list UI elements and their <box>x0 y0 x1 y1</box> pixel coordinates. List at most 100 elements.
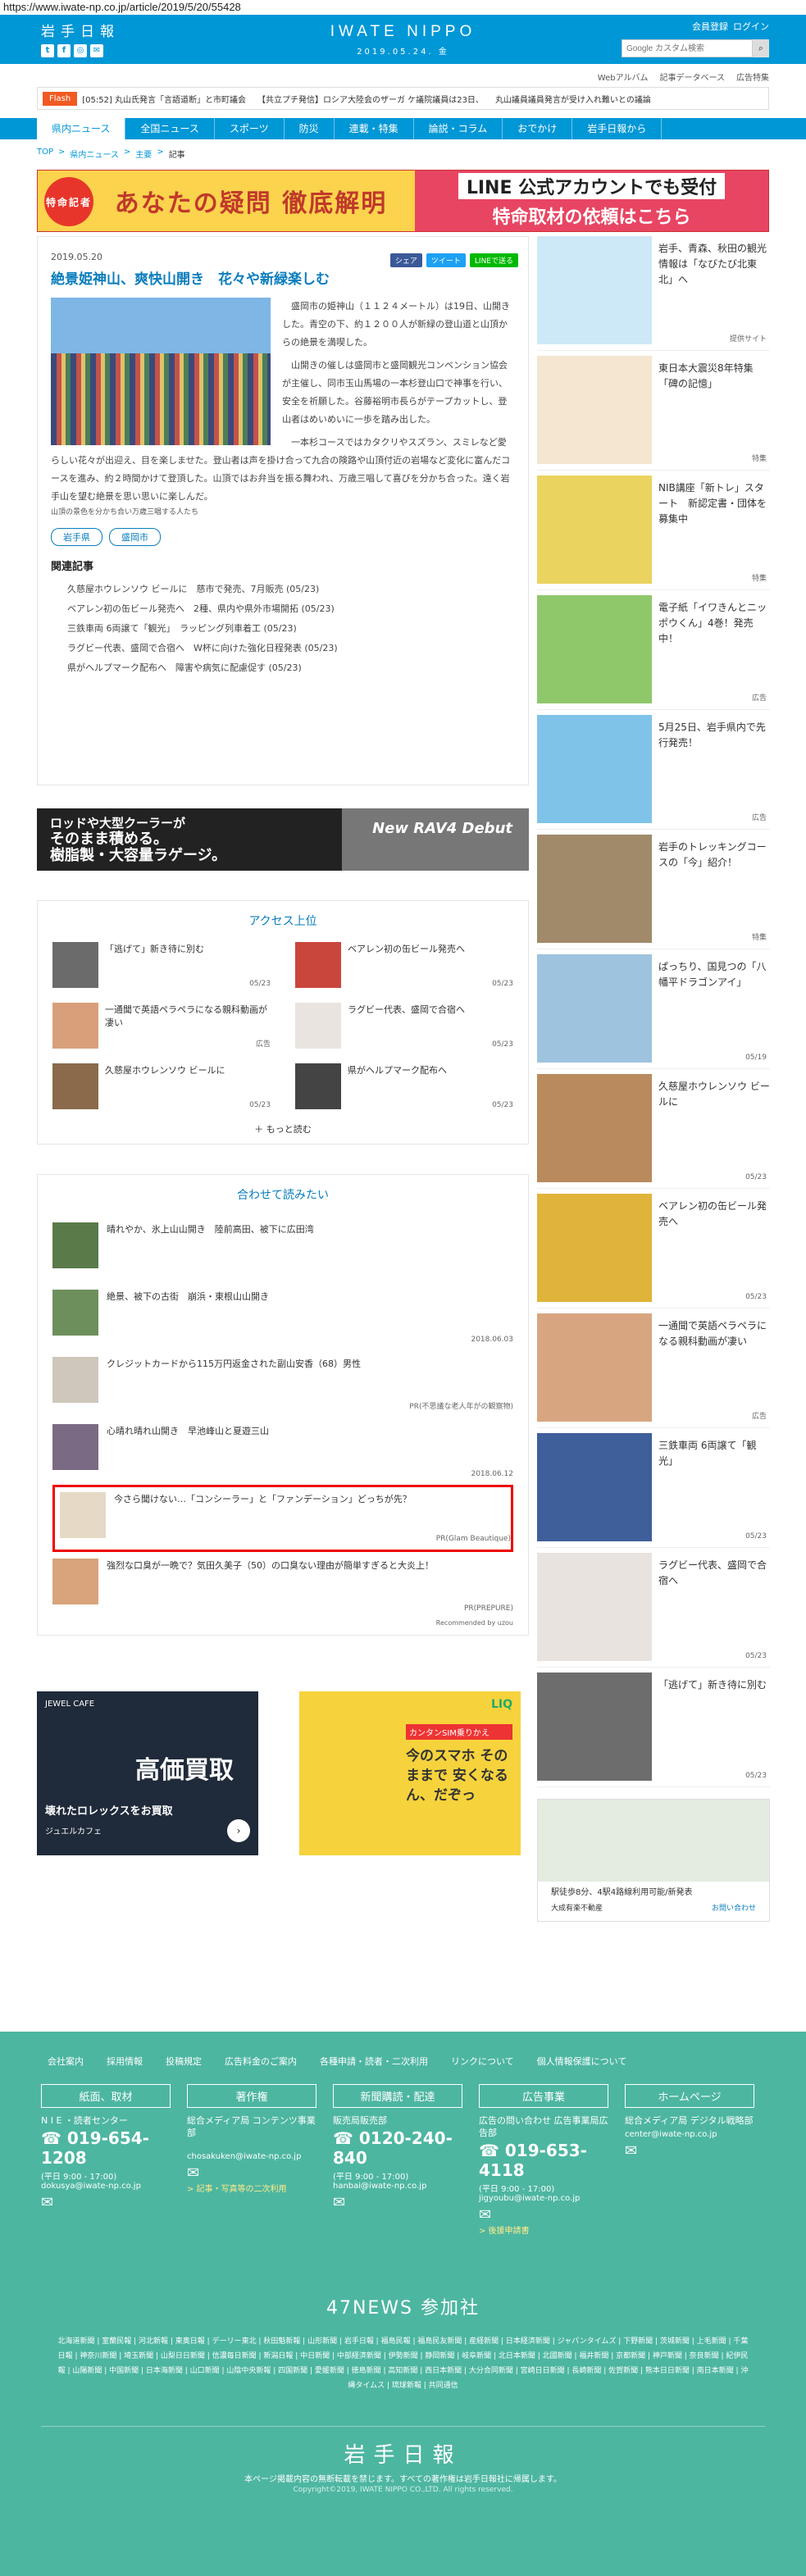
tweet-button[interactable]: ツイート <box>426 253 466 267</box>
sidebar-item-meta: 広告 <box>751 1413 767 1421</box>
thumbnail <box>295 1063 341 1109</box>
recommended-item[interactable]: 強烈な口臭が一晩で？気田久美子（50）の口臭ない理由が簡単すぎると大炎上！ PR(… <box>52 1552 513 1619</box>
subnav-album[interactable]: Webアルバム <box>598 71 649 83</box>
article-photo[interactable] <box>51 298 271 445</box>
related-link[interactable]: ベアレン初の缶ビール発売へ 2種、県内や県外市場開拓 (05/23) <box>51 599 515 619</box>
tag-morioka[interactable]: 盛岡市 <box>109 528 161 546</box>
ranking-item-date: 広告 <box>255 1040 271 1049</box>
footer-link[interactable]: 各種申請・読者・二次利用 <box>320 2055 428 2068</box>
sponsorship-link[interactable]: > 後援申請書 <box>479 2223 608 2236</box>
nav-disaster[interactable]: 防災 <box>285 118 335 139</box>
ranking-item[interactable]: 「逃げて」新き待に別む 05/23 <box>52 942 271 988</box>
envelope-icon[interactable]: ✉ <box>187 2164 316 2182</box>
participating-papers[interactable]: 北海道新聞 | 室蘭民報 | 河北新報 | 東奥日報 | デーリー東北 | 秋田… <box>57 2334 749 2393</box>
nav-local-news[interactable]: 県内ニュース <box>37 118 126 139</box>
login-link[interactable]: ログイン <box>733 20 769 33</box>
sidebar-item[interactable]: 久慈屋ホウレンソウ ビールに 05/23 <box>537 1074 770 1189</box>
ranking-item[interactable]: ベアレン初の缶ビール発売へ 05/23 <box>295 942 513 988</box>
sidebar-item[interactable]: 一通聞で英語ペラペラになる親科動画が凄い 広告 <box>537 1313 770 1428</box>
thumbnail <box>52 1063 98 1109</box>
nav-columns[interactable]: 論説・コラム <box>414 118 503 139</box>
car-ad-line: そのまま積める。 <box>50 831 168 848</box>
flash-item[interactable]: 【共立プチ発信】ロシア大陸会のザーガ ケ議院議員は23日、 <box>257 93 484 105</box>
recommended-item[interactable]: クレジットカードから115万円返金された副山安香（68）男性 PR(不思議な老人年… <box>52 1350 513 1418</box>
register-link[interactable]: 会員登録 <box>692 20 728 33</box>
footer-link[interactable]: 個人情報保護について <box>537 2055 627 2068</box>
breadcrumb-top[interactable]: TOP <box>37 148 53 160</box>
nav-features[interactable]: 連載・特集 <box>335 118 414 139</box>
sidebar-item[interactable]: ベアレン初の缶ビール発売へ 05/23 <box>537 1194 770 1308</box>
ranking-item[interactable]: 久慈屋ホウレンソウ ビールに 05/23 <box>52 1063 271 1109</box>
search-button[interactable]: ⌕ <box>753 39 769 57</box>
nav-national-news[interactable]: 全国ニュース <box>125 118 215 139</box>
tag-iwate[interactable]: 岩手県 <box>51 528 102 546</box>
phone-number[interactable]: ☎ 019-653-4118 <box>479 2141 608 2180</box>
crowd-image <box>51 353 271 445</box>
related-link[interactable]: 久慈屋ホウレンソウ ビールに 慈市で発売、7月販売 (05/23) <box>51 580 515 599</box>
secondary-use-link[interactable]: > 記事・写真等の二次利用 <box>187 2182 316 2194</box>
line-share-button[interactable]: LINEで送る <box>469 253 518 267</box>
sidebar-item[interactable]: 三鉄車両 6両譲て「観光」 05/23 <box>537 1433 770 1548</box>
breadcrumb-local[interactable]: 県内ニュース <box>70 148 119 160</box>
recommended-item-highlighted[interactable]: 今さら聞けない…「コンシーラー」と「ファンデーション」どっちが先？ PR(Glam… <box>52 1485 513 1552</box>
car-ad-banner[interactable]: ロッドや大型クーラーが そのまま積める。 樹脂製・大容量ラゲージ。 New RA… <box>37 808 529 871</box>
ranking-item[interactable]: 一通聞で英語ペラペラになる親科動画が凄い 広告 <box>52 1003 271 1049</box>
breadcrumb-main[interactable]: 主要 <box>135 148 152 160</box>
related-link[interactable]: 三鉄車両 6両譲て「観光」 ラッピング列車着工 (05/23) <box>51 619 515 639</box>
ranking-item[interactable]: ラグビー代表、盛岡で合宿へ 05/23 <box>295 1003 513 1049</box>
recommended-item[interactable]: 絶景、被下の古街 崩浜・東根山山開き 2018.06.03 <box>52 1283 513 1350</box>
footer-logo[interactable]: 岩手日報 <box>0 2438 806 2469</box>
access-ranking: アクセス上位 「逃げて」新き待に別む 05/23 ベアレン初の缶ビール発売へ 05/… <box>37 900 529 1145</box>
sidebar-item[interactable]: 5月25日、岩手県内で先行発売！ 広告 <box>537 715 770 830</box>
tokumei-banner[interactable]: 特命記者 あなたの疑問 徹底解明 LINE 公式アカウントでも受付 特命取材の依… <box>37 170 769 232</box>
contact-email[interactable]: dokusya@iwate-np.co.jp <box>41 2182 171 2191</box>
envelope-icon[interactable]: ✉ <box>625 2142 754 2160</box>
url-bar: https://www.iwate-np.co.jp/article/2019/… <box>3 1 241 13</box>
nav-from-nippo[interactable]: 岩手日報から <box>572 118 663 139</box>
ranking-item[interactable]: 県がヘルプマーク配布へ 05/23 <box>295 1063 513 1109</box>
liq-sim-ad[interactable]: LIQ カンタンSIM乗りかえ 今のスマホ そのままで 安くなるん、だぞっ <box>299 1691 521 1855</box>
sidebar-item[interactable]: 岩手のトレッキングコースの「今」紹介！ 特集 <box>537 835 770 949</box>
footer-link[interactable]: 広告料金のご案内 <box>225 2055 297 2068</box>
envelope-icon[interactable]: ✉ <box>333 2194 462 2211</box>
footer-link[interactable]: 投稿規定 <box>166 2055 202 2068</box>
contact-email[interactable]: hanbai@iwate-np.co.jp <box>333 2182 462 2191</box>
sidebar-thumb <box>537 715 652 823</box>
footer-link[interactable]: リンクについて <box>451 2055 514 2068</box>
footer-link[interactable]: 会社案内 <box>48 2055 84 2068</box>
sidebar-item[interactable]: 東日本大震災8年特集「碑の記憶」 特集 <box>537 356 770 471</box>
jewel-cafe-ad[interactable]: JEWEL CAFE 高価買取 壊れたロレックスをお買取 ジュエルカフェ › <box>37 1691 258 1855</box>
envelope-icon[interactable]: ✉ <box>41 2194 171 2211</box>
sidebar-item[interactable]: ぱっちり、国見つの「八幡平ドラゴンアイ」 05/19 <box>537 954 770 1069</box>
contact-email[interactable]: center@iwate-np.co.jp <box>625 2130 754 2139</box>
footer-link[interactable]: 採用情報 <box>107 2055 143 2068</box>
flash-item[interactable]: [05:52] 丸山氏発言「言語道断」と市町議会 <box>82 93 246 105</box>
sidebar-item[interactable]: 岩手、青森、秋田の観光情報は「なびたび北東北」へ 提供サイト <box>537 236 770 351</box>
search-input[interactable] <box>622 39 753 57</box>
more-button[interactable]: ＋ もっと読む <box>52 1122 513 1136</box>
contact-email[interactable]: jigyoubu@iwate-np.co.jp <box>479 2194 608 2203</box>
envelope-icon[interactable]: ✉ <box>479 2206 608 2223</box>
thumbnail <box>52 1559 98 1604</box>
flash-item[interactable]: 丸山議員議員発言が受け入れ難いとの議論 <box>495 93 651 105</box>
sidebar-item[interactable]: NIB講座「新トレ」スタート 新認定書・団体を募集中 特集 <box>537 476 770 590</box>
facebook-share-button[interactable]: シェア <box>389 253 422 267</box>
real-estate-ad[interactable]: 駅徒歩8分、4駅4路線利用可能/新発表 大成有楽不動産 お問い合わせ <box>537 1799 770 1922</box>
related-link[interactable]: 県がヘルプマーク配布へ 障害や病気に配慮促す (05/23) <box>51 658 515 678</box>
recommended-item[interactable]: 心晴れ晴れ山開き 早池峰山と夏遊三山 2018.06.12 <box>52 1418 513 1485</box>
phone-number[interactable]: ☎ 0120-240-840 <box>333 2128 462 2168</box>
sidebar-item[interactable]: 電子紙「イワきんとニッポウくん」4巻！発売中！ 広告 <box>537 595 770 710</box>
related-link[interactable]: ラグビー代表、盛岡で合宿へ W杯に向けた強化日程発表 (05/23) <box>51 639 515 658</box>
contact-email[interactable]: chosakuken@iwate-np.co.jp <box>187 2152 316 2161</box>
sidebar-item[interactable]: ラグビー代表、盛岡で合宿へ 05/23 <box>537 1553 770 1668</box>
ad-text: 壊れたロレックスをお買取 <box>45 1805 173 1818</box>
nav-sports[interactable]: スポーツ <box>215 118 285 139</box>
recommended-item[interactable]: 晴れやか、氷上山山開き 陸前高田、被下に広田湾 <box>52 1216 513 1283</box>
subnav-database[interactable]: 記事データベース <box>660 71 726 83</box>
phone-number[interactable]: ☎ 019-654-1208 <box>41 2128 171 2168</box>
powered-by[interactable]: Recommended by uzou <box>52 1619 513 1627</box>
ad-link[interactable]: お問い合わせ <box>712 1902 756 1913</box>
nav-outings[interactable]: おでかけ <box>503 118 573 139</box>
subnav-ad-special[interactable]: 広告特集 <box>736 71 769 83</box>
sidebar-item[interactable]: 「逃げて」新き待に別む 05/23 <box>537 1673 770 1787</box>
